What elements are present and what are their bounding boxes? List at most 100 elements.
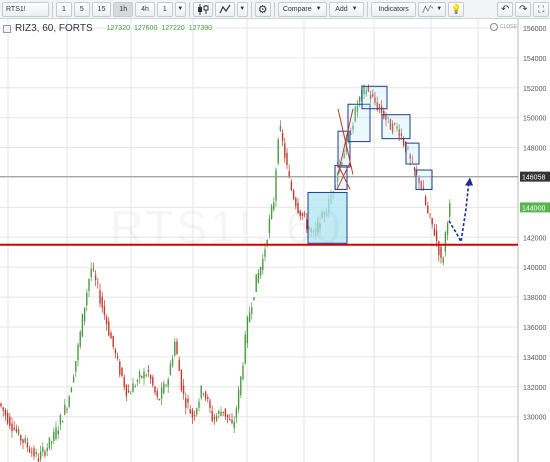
candle-body bbox=[402, 138, 405, 146]
candle-body bbox=[290, 181, 293, 191]
candle-body bbox=[2, 407, 4, 411]
candle-body bbox=[59, 415, 62, 425]
candle-body bbox=[244, 334, 246, 364]
candle-body bbox=[101, 296, 103, 308]
candle-body bbox=[240, 376, 242, 396]
interval-4h-button[interactable]: 4h bbox=[135, 1, 155, 17]
candle-body bbox=[427, 205, 429, 213]
candle-body bbox=[424, 196, 427, 205]
interval-15m-button[interactable]: 15 bbox=[91, 1, 112, 17]
candle-body bbox=[66, 409, 68, 411]
candle-body bbox=[20, 435, 22, 441]
chart-style-button[interactable] bbox=[192, 1, 213, 17]
candle-body bbox=[292, 190, 295, 199]
candle-body bbox=[174, 341, 176, 356]
indicators-label: Indicators bbox=[378, 5, 409, 13]
templates-button[interactable]: ▼ bbox=[418, 1, 447, 17]
undo-icon: ↶ bbox=[501, 3, 510, 15]
candle-body bbox=[17, 429, 20, 435]
interval-dropdown-button[interactable]: ▼ bbox=[174, 1, 186, 17]
candle-body bbox=[413, 167, 416, 171]
pane-settings-label: CLOSE bbox=[500, 24, 517, 30]
candle-body bbox=[42, 447, 44, 453]
interval-custom-button[interactable]: 1 bbox=[156, 1, 173, 17]
symbol-search-input[interactable]: RTS1! bbox=[2, 1, 50, 17]
pattern-box bbox=[405, 142, 420, 165]
chart-line-icon bbox=[219, 4, 231, 13]
candle-body bbox=[119, 361, 121, 375]
candle-body bbox=[163, 383, 165, 394]
candle-body bbox=[215, 415, 218, 421]
alert-button[interactable]: 💡 bbox=[448, 1, 465, 17]
candle-body bbox=[136, 380, 139, 382]
add-button[interactable]: Add ▼ bbox=[328, 1, 365, 17]
fullscreen-button[interactable]: ⛶ bbox=[533, 1, 550, 17]
candle-body bbox=[438, 241, 440, 256]
chevron-down-icon: ▼ bbox=[351, 6, 358, 12]
candle-body bbox=[211, 410, 213, 422]
candle-body bbox=[158, 399, 161, 401]
candle-body bbox=[442, 257, 444, 263]
candle-body bbox=[11, 423, 13, 432]
candle-body bbox=[28, 448, 31, 453]
legend-close: 127390 bbox=[188, 25, 213, 32]
redo-button[interactable]: ↷ bbox=[515, 1, 532, 17]
candle-body bbox=[138, 371, 141, 378]
candle-body bbox=[178, 359, 180, 371]
pane-settings[interactable]: CLOSE bbox=[490, 23, 517, 31]
candle-body bbox=[94, 275, 97, 280]
price-axis-tick-label: 152000 bbox=[523, 86, 546, 93]
candle-body bbox=[132, 383, 134, 393]
candle-body bbox=[204, 391, 207, 399]
price-axis-tick-label: 130000 bbox=[523, 415, 546, 422]
undo-button[interactable]: ↶ bbox=[497, 1, 514, 17]
interval-1m-button[interactable]: 1 bbox=[56, 1, 72, 17]
candle-body bbox=[44, 451, 46, 456]
toolbar-divider bbox=[188, 1, 190, 17]
candle-body bbox=[134, 386, 136, 387]
interval-5m-button[interactable]: 5 bbox=[73, 1, 90, 17]
candle-body bbox=[435, 230, 438, 241]
interval-label: 4h bbox=[141, 5, 149, 13]
candle-body bbox=[123, 377, 125, 387]
candle-body bbox=[207, 397, 209, 399]
candle-body bbox=[79, 331, 81, 347]
drawing-tools-button[interactable] bbox=[214, 1, 235, 17]
interval-1h-button[interactable]: 1h bbox=[113, 1, 134, 17]
compare-label: Compare bbox=[282, 5, 312, 13]
candle-body bbox=[185, 398, 187, 408]
candle-body bbox=[358, 96, 361, 103]
pattern-box bbox=[347, 103, 371, 143]
gear-icon bbox=[490, 23, 498, 31]
redo-icon: ↷ bbox=[519, 3, 528, 15]
candle-body bbox=[83, 307, 86, 322]
candle-body bbox=[141, 375, 143, 378]
candle-body bbox=[108, 321, 110, 336]
candle-body bbox=[0, 403, 2, 407]
templates-icon bbox=[422, 4, 434, 13]
candle-body bbox=[187, 398, 189, 403]
candle-body bbox=[90, 268, 92, 277]
candle-body bbox=[88, 279, 90, 291]
candle-body bbox=[220, 411, 222, 417]
candle-body bbox=[55, 427, 57, 440]
compare-button[interactable]: Compare ▼ bbox=[277, 1, 327, 17]
candle-body bbox=[446, 222, 449, 235]
legend-collapse-icon[interactable] bbox=[3, 24, 11, 33]
indicators-button[interactable]: Indicators bbox=[371, 1, 417, 17]
candle-body bbox=[262, 258, 264, 270]
top-toolbar: RTS1! 1 5 15 1h 4h 1 ▼ ▼ ⚙ Compare ▼ Add ▼… bbox=[0, 0, 550, 19]
candle-body bbox=[182, 385, 185, 394]
pattern-box bbox=[381, 114, 411, 140]
candle-body bbox=[121, 367, 123, 377]
interval-label: 1 bbox=[162, 5, 167, 13]
candle-body bbox=[31, 451, 33, 453]
drawing-dropdown-button[interactable]: ▼ bbox=[236, 1, 248, 17]
candle-body bbox=[116, 356, 119, 359]
candle-body bbox=[97, 282, 99, 284]
legend-high: 127600 bbox=[133, 25, 158, 32]
chart-settings-button[interactable]: ⚙ bbox=[254, 1, 271, 17]
pattern-box bbox=[361, 85, 388, 110]
candle-body bbox=[46, 447, 48, 452]
candle-body bbox=[152, 377, 154, 386]
